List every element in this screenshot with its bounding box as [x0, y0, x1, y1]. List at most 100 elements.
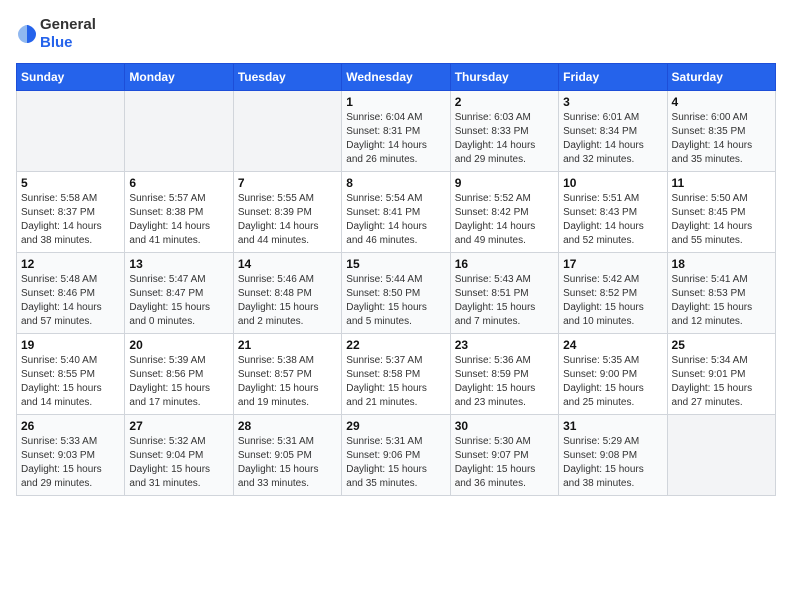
day-number: 10: [563, 176, 662, 190]
day-info: Sunrise: 6:01 AM Sunset: 8:34 PM Dayligh…: [563, 111, 662, 167]
day-number: 22: [346, 338, 445, 352]
calendar-cell: [125, 91, 233, 172]
day-number: 21: [238, 338, 337, 352]
calendar-cell: 20 Sunrise: 5:39 AM Sunset: 8:56 PM Dayli…: [125, 334, 233, 415]
day-info: Sunrise: 5:46 AM Sunset: 8:48 PM Dayligh…: [238, 273, 337, 329]
calendar-cell: 30 Sunrise: 5:30 AM Sunset: 9:07 PM Dayli…: [450, 415, 558, 496]
header-cell-sunday: Sunday: [17, 64, 125, 91]
day-number: 3: [563, 95, 662, 109]
day-info: Sunrise: 5:58 AM Sunset: 8:37 PM Dayligh…: [21, 192, 120, 248]
calendar-cell: 27 Sunrise: 5:32 AM Sunset: 9:04 PM Dayli…: [125, 415, 233, 496]
header-cell-saturday: Saturday: [667, 64, 775, 91]
day-info: Sunrise: 6:03 AM Sunset: 8:33 PM Dayligh…: [455, 111, 554, 167]
logo-blue: Blue: [40, 34, 73, 51]
day-info: Sunrise: 5:31 AM Sunset: 9:05 PM Dayligh…: [238, 435, 337, 491]
day-number: 30: [455, 419, 554, 433]
calendar-cell: [17, 91, 125, 172]
day-number: 5: [21, 176, 120, 190]
calendar-cell: 15 Sunrise: 5:44 AM Sunset: 8:50 PM Dayli…: [342, 253, 450, 334]
day-number: 18: [672, 257, 771, 271]
calendar-cell: 19 Sunrise: 5:40 AM Sunset: 8:55 PM Dayli…: [17, 334, 125, 415]
week-row-2: 5 Sunrise: 5:58 AM Sunset: 8:37 PM Daylig…: [17, 172, 776, 253]
day-number: 6: [129, 176, 228, 190]
day-number: 20: [129, 338, 228, 352]
calendar-cell: 21 Sunrise: 5:38 AM Sunset: 8:57 PM Dayli…: [233, 334, 341, 415]
calendar-cell: 5 Sunrise: 5:58 AM Sunset: 8:37 PM Daylig…: [17, 172, 125, 253]
day-info: Sunrise: 5:43 AM Sunset: 8:51 PM Dayligh…: [455, 273, 554, 329]
day-info: Sunrise: 5:51 AM Sunset: 8:43 PM Dayligh…: [563, 192, 662, 248]
day-info: Sunrise: 5:40 AM Sunset: 8:55 PM Dayligh…: [21, 354, 120, 410]
day-number: 29: [346, 419, 445, 433]
calendar-cell: 11Sunrise: 5:50 AM Sunset: 8:45 PM Dayli…: [667, 172, 775, 253]
calendar-cell: 23Sunrise: 5:36 AM Sunset: 8:59 PM Dayli…: [450, 334, 558, 415]
day-info: Sunrise: 5:29 AM Sunset: 9:08 PM Dayligh…: [563, 435, 662, 491]
day-number: 24: [563, 338, 662, 352]
day-number: 23: [455, 338, 554, 352]
logo-container: General Blue: [16, 16, 96, 51]
day-info: Sunrise: 5:31 AM Sunset: 9:06 PM Dayligh…: [346, 435, 445, 491]
day-number: 19: [21, 338, 120, 352]
day-number: 2: [455, 95, 554, 109]
calendar-cell: 31 Sunrise: 5:29 AM Sunset: 9:08 PM Dayli…: [559, 415, 667, 496]
day-number: 31: [563, 419, 662, 433]
calendar-cell: [233, 91, 341, 172]
calendar-header: SundayMondayTuesdayWednesdayThursdayFrid…: [17, 64, 776, 91]
day-info: Sunrise: 5:57 AM Sunset: 8:38 PM Dayligh…: [129, 192, 228, 248]
calendar-cell: 13 Sunrise: 5:47 AM Sunset: 8:47 PM Dayli…: [125, 253, 233, 334]
calendar-cell: 6 Sunrise: 5:57 AM Sunset: 8:38 PM Daylig…: [125, 172, 233, 253]
day-number: 1: [346, 95, 445, 109]
calendar-cell: 7Sunrise: 5:55 AM Sunset: 8:39 PM Daylig…: [233, 172, 341, 253]
calendar-cell: 12 Sunrise: 5:48 AM Sunset: 8:46 PM Dayli…: [17, 253, 125, 334]
day-info: Sunrise: 5:41 AM Sunset: 8:53 PM Dayligh…: [672, 273, 771, 329]
logo-general: General: [40, 16, 96, 33]
day-info: Sunrise: 5:44 AM Sunset: 8:50 PM Dayligh…: [346, 273, 445, 329]
day-info: Sunrise: 5:32 AM Sunset: 9:04 PM Dayligh…: [129, 435, 228, 491]
day-number: 15: [346, 257, 445, 271]
day-number: 25: [672, 338, 771, 352]
calendar-cell: 25 Sunrise: 5:34 AM Sunset: 9:01 PM Dayli…: [667, 334, 775, 415]
calendar-cell: 14 Sunrise: 5:46 AM Sunset: 8:48 PM Dayli…: [233, 253, 341, 334]
day-info: Sunrise: 5:47 AM Sunset: 8:47 PM Dayligh…: [129, 273, 228, 329]
day-info: Sunrise: 5:50 AM Sunset: 8:45 PM Dayligh…: [672, 192, 771, 248]
day-number: 8: [346, 176, 445, 190]
week-row-4: 19 Sunrise: 5:40 AM Sunset: 8:55 PM Dayli…: [17, 334, 776, 415]
day-number: 17: [563, 257, 662, 271]
day-number: 13: [129, 257, 228, 271]
day-info: Sunrise: 5:48 AM Sunset: 8:46 PM Dayligh…: [21, 273, 120, 329]
header-cell-wednesday: Wednesday: [342, 64, 450, 91]
calendar-cell: 9Sunrise: 5:52 AM Sunset: 8:42 PM Daylig…: [450, 172, 558, 253]
day-info: Sunrise: 5:37 AM Sunset: 8:58 PM Dayligh…: [346, 354, 445, 410]
day-number: 16: [455, 257, 554, 271]
header-cell-monday: Monday: [125, 64, 233, 91]
calendar-cell: 26Sunrise: 5:33 AM Sunset: 9:03 PM Dayli…: [17, 415, 125, 496]
week-row-3: 12 Sunrise: 5:48 AM Sunset: 8:46 PM Dayli…: [17, 253, 776, 334]
calendar-cell: 28Sunrise: 5:31 AM Sunset: 9:05 PM Dayli…: [233, 415, 341, 496]
day-info: Sunrise: 5:39 AM Sunset: 8:56 PM Dayligh…: [129, 354, 228, 410]
header-cell-thursday: Thursday: [450, 64, 558, 91]
day-info: Sunrise: 5:30 AM Sunset: 9:07 PM Dayligh…: [455, 435, 554, 491]
logo: General Blue: [16, 16, 96, 51]
calendar-cell: 8 Sunrise: 5:54 AM Sunset: 8:41 PM Daylig…: [342, 172, 450, 253]
calendar-body: 1Sunrise: 6:04 AM Sunset: 8:31 PM Daylig…: [17, 91, 776, 496]
logo-bird-icon: [16, 23, 38, 45]
day-number: 27: [129, 419, 228, 433]
calendar-cell: 1Sunrise: 6:04 AM Sunset: 8:31 PM Daylig…: [342, 91, 450, 172]
calendar-cell: 4Sunrise: 6:00 AM Sunset: 8:35 PM Daylig…: [667, 91, 775, 172]
day-info: Sunrise: 5:42 AM Sunset: 8:52 PM Dayligh…: [563, 273, 662, 329]
calendar-cell: 22 Sunrise: 5:37 AM Sunset: 8:58 PM Dayli…: [342, 334, 450, 415]
day-info: Sunrise: 5:52 AM Sunset: 8:42 PM Dayligh…: [455, 192, 554, 248]
calendar-cell: [667, 415, 775, 496]
day-number: 14: [238, 257, 337, 271]
day-info: Sunrise: 5:34 AM Sunset: 9:01 PM Dayligh…: [672, 354, 771, 410]
calendar-table: SundayMondayTuesdayWednesdayThursdayFrid…: [16, 63, 776, 496]
page-header: General Blue: [16, 16, 776, 51]
day-info: Sunrise: 5:38 AM Sunset: 8:57 PM Dayligh…: [238, 354, 337, 410]
header-cell-friday: Friday: [559, 64, 667, 91]
day-info: Sunrise: 5:54 AM Sunset: 8:41 PM Dayligh…: [346, 192, 445, 248]
calendar-cell: 3 Sunrise: 6:01 AM Sunset: 8:34 PM Daylig…: [559, 91, 667, 172]
day-number: 12: [21, 257, 120, 271]
day-info: Sunrise: 6:00 AM Sunset: 8:35 PM Dayligh…: [672, 111, 771, 167]
day-number: 7: [238, 176, 337, 190]
header-cell-tuesday: Tuesday: [233, 64, 341, 91]
calendar-cell: 16 Sunrise: 5:43 AM Sunset: 8:51 PM Dayli…: [450, 253, 558, 334]
